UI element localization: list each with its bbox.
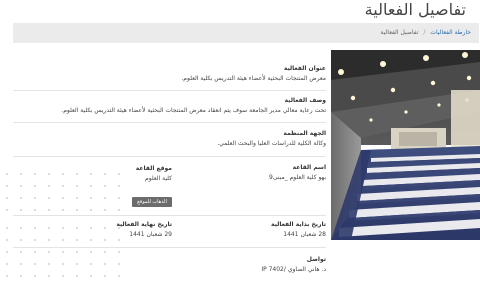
event-title-label: عنوان الفعالية bbox=[283, 65, 326, 72]
end-date-field: تاريخ نهاية الفعالية 29 شعبان 1441 bbox=[13, 221, 172, 238]
start-date-field: تاريخ بداية الفعالية 28 شعبان 1441 bbox=[175, 221, 326, 238]
go-to-location-button[interactable]: الذهاب للموقع bbox=[132, 197, 172, 207]
hall-location-field: موقع القاعة كلية العلوم bbox=[13, 165, 172, 182]
start-date-label: تاريخ بداية الفعالية bbox=[271, 221, 326, 228]
divider bbox=[13, 90, 326, 91]
event-description-label: وصف الفعالية bbox=[284, 97, 326, 104]
event-title-value: معرض المنتجات البحثية لأعضاء هيئة التدري… bbox=[181, 75, 326, 82]
organizer-field: الجهة المنظمة وكالة الكلية للدراسات العل… bbox=[13, 130, 326, 147]
event-description-field: وصف الفعالية تحت رعاية معالي مدير الجامع… bbox=[0, 97, 326, 114]
event-photo bbox=[331, 50, 480, 240]
event-title-field: عنوان الفعالية معرض المنتجات البحثية لأع… bbox=[13, 65, 326, 82]
contact-label: تواصل bbox=[306, 256, 326, 263]
hall-location-label: موقع القاعة bbox=[135, 165, 172, 172]
end-date-label: تاريخ نهاية الفعالية bbox=[116, 221, 172, 228]
page-title: تفاصيل الفعالية bbox=[364, 0, 466, 19]
end-date-value: 29 شعبان 1441 bbox=[129, 231, 172, 238]
event-description-value: تحت رعاية معالي مدير الجامعة سوف يتم انع… bbox=[61, 107, 326, 114]
hall-name-field: اسم القاعة بهو كلية العلوم _مبنى9 bbox=[175, 164, 326, 181]
hall-name-label: اسم القاعة bbox=[292, 164, 326, 171]
breadcrumb: خارطة الفعاليات / تفاصيل الفعالية bbox=[13, 23, 479, 43]
divider bbox=[13, 122, 326, 123]
start-date-value: 28 شعبان 1441 bbox=[283, 231, 326, 238]
hall-name-value: بهو كلية العلوم _مبنى9 bbox=[269, 174, 326, 181]
hall-location-value: كلية العلوم bbox=[145, 175, 172, 182]
contact-value: د. هاني الصاوي /IP 7402 bbox=[261, 266, 326, 273]
contact-field: تواصل د. هاني الصاوي /IP 7402 bbox=[175, 256, 326, 273]
divider bbox=[13, 247, 326, 248]
organizer-label: الجهة المنظمة bbox=[283, 130, 326, 137]
divider bbox=[13, 156, 326, 157]
breadcrumb-current: تفاصيل الفعالية bbox=[380, 29, 419, 36]
organizer-value: وكالة الكلية للدراسات العليا والبحث العل… bbox=[217, 140, 326, 147]
breadcrumb-separator: / bbox=[423, 29, 426, 36]
divider bbox=[13, 215, 326, 216]
breadcrumb-link-events-map[interactable]: خارطة الفعاليات bbox=[430, 29, 471, 36]
